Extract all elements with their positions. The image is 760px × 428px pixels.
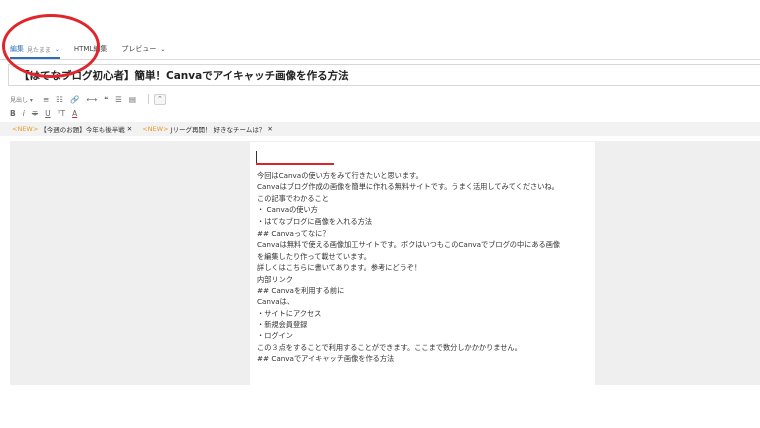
body-line: ・ログイン <box>257 331 293 341</box>
tab-divider <box>0 59 760 60</box>
body-line: ・サイトにアクセス <box>257 308 322 318</box>
close-icon[interactable]: ✕ <box>267 125 272 133</box>
body-line: 今回はCanvaの使い方をみて行きたいと思います。 <box>257 171 423 180</box>
tab-html-edit[interactable]: HTML編集 <box>74 41 107 57</box>
body-line: ・ Canvaの使い方 <box>257 205 318 215</box>
notice-link[interactable]: 【今週のお題】今年も後半戦 <box>40 124 125 134</box>
body-line: 詳しくはこちらに書いてあります。参考にどうぞ！ <box>257 263 422 273</box>
body-line: ・はてなブログに画像を入れる方法 <box>257 216 373 226</box>
chevron-up-icon[interactable]: ⌃ <box>153 93 166 105</box>
new-badge: <NEW> <box>12 125 39 133</box>
body-line: を編集したり作って載せています。 <box>257 251 371 261</box>
numbered-list-icon[interactable]: ☷ <box>56 95 63 104</box>
red-annotation-underline <box>256 163 334 165</box>
notice-link[interactable]: Jリーグ再開！ 好きなチームは？ <box>171 124 266 134</box>
bullet-list-icon[interactable]: ≡ <box>43 95 49 104</box>
more-icon[interactable]: ▤ <box>129 95 136 104</box>
close-icon[interactable]: ✕ <box>127 125 132 133</box>
bold-icon[interactable]: B <box>10 109 16 118</box>
new-badge: <NEW> <box>142 125 169 133</box>
font-size-icon[interactable]: ᵀT <box>58 109 65 118</box>
notice-bar: <NEW> 【今週のお題】今年も後半戦 ✕ <NEW> Jリーグ再開！ 好きなチ… <box>0 122 760 136</box>
toolbar-divider <box>147 94 149 104</box>
tab-edit-sub: 見たまま <box>27 46 51 54</box>
chevron-down-icon: ⌄ <box>160 45 166 53</box>
body-line: この記事でわかること <box>257 193 329 203</box>
tab-preview[interactable]: プレビュー ⌄ <box>121 41 165 57</box>
tab-preview-label: プレビュー <box>121 45 157 53</box>
body-line: ## Canvaでアイキャッチ画像を作る方法 <box>257 354 395 364</box>
format-toolbar-row-1: 見出し ▾ ≡ ☷ 🔗 ⟷ ❝ ☰ ▤ ⌃ <box>10 92 166 106</box>
title-text: 【はてなブログ初心者】簡単！Canvaでアイキャッチ画像を作る方法 <box>19 69 349 82</box>
title-field[interactable]: 【はてなブログ初心者】簡単！Canvaでアイキャッチ画像を作る方法 <box>8 64 760 86</box>
chevron-down-icon: ⌄ <box>54 45 60 53</box>
tab-html-label: HTML編集 <box>73 45 108 53</box>
table-icon[interactable]: ☰ <box>115 95 122 104</box>
body-line: Canvaは、 <box>257 297 295 307</box>
body-line: 内部リンク <box>257 274 293 284</box>
link-icon[interactable]: 🔗 <box>70 95 79 104</box>
italic-icon[interactable]: i <box>23 109 25 118</box>
body-line: この３点をすることで利用することができます。ここまで数分しかかかりません。 <box>257 342 522 352</box>
editor-content[interactable]: 今回はCanvaの使い方をみて行きたいと思います。 Canvaはブログ作成の画像… <box>257 170 593 365</box>
quote-icon[interactable]: ❝ <box>104 95 108 104</box>
heading-select[interactable]: 見出し ▾ <box>10 95 33 104</box>
text-color-icon[interactable]: A <box>72 109 77 118</box>
tab-edit-label: 編集 <box>10 45 24 53</box>
body-line: ## Canvaを利用する前に <box>257 285 345 295</box>
body-line: ## Canvaってなに？ <box>257 228 330 238</box>
editor-mode-tabs: 編集 見たまま ⌄ HTML編集 プレビュー ⌄ <box>10 41 179 59</box>
body-line: Canvaはブログ作成の画像を簡単に作れる無料サイトです。うまく活用してみてくだ… <box>257 182 559 192</box>
format-toolbar-row-2: B i ∓ U ᵀT A <box>10 106 84 120</box>
body-line: Canvaは無料で使える画像加工サイトです。ボクはいつもこのCanvaでブログの… <box>257 240 561 250</box>
tab-edit[interactable]: 編集 見たまま ⌄ <box>10 41 60 59</box>
underline-icon[interactable]: U <box>45 109 51 118</box>
text-cursor <box>256 151 257 163</box>
body-line: ・新規会員登録 <box>257 320 308 330</box>
horizontal-rule-icon[interactable]: ⟷ <box>86 95 97 104</box>
strikethrough-icon[interactable]: ∓ <box>32 109 38 118</box>
